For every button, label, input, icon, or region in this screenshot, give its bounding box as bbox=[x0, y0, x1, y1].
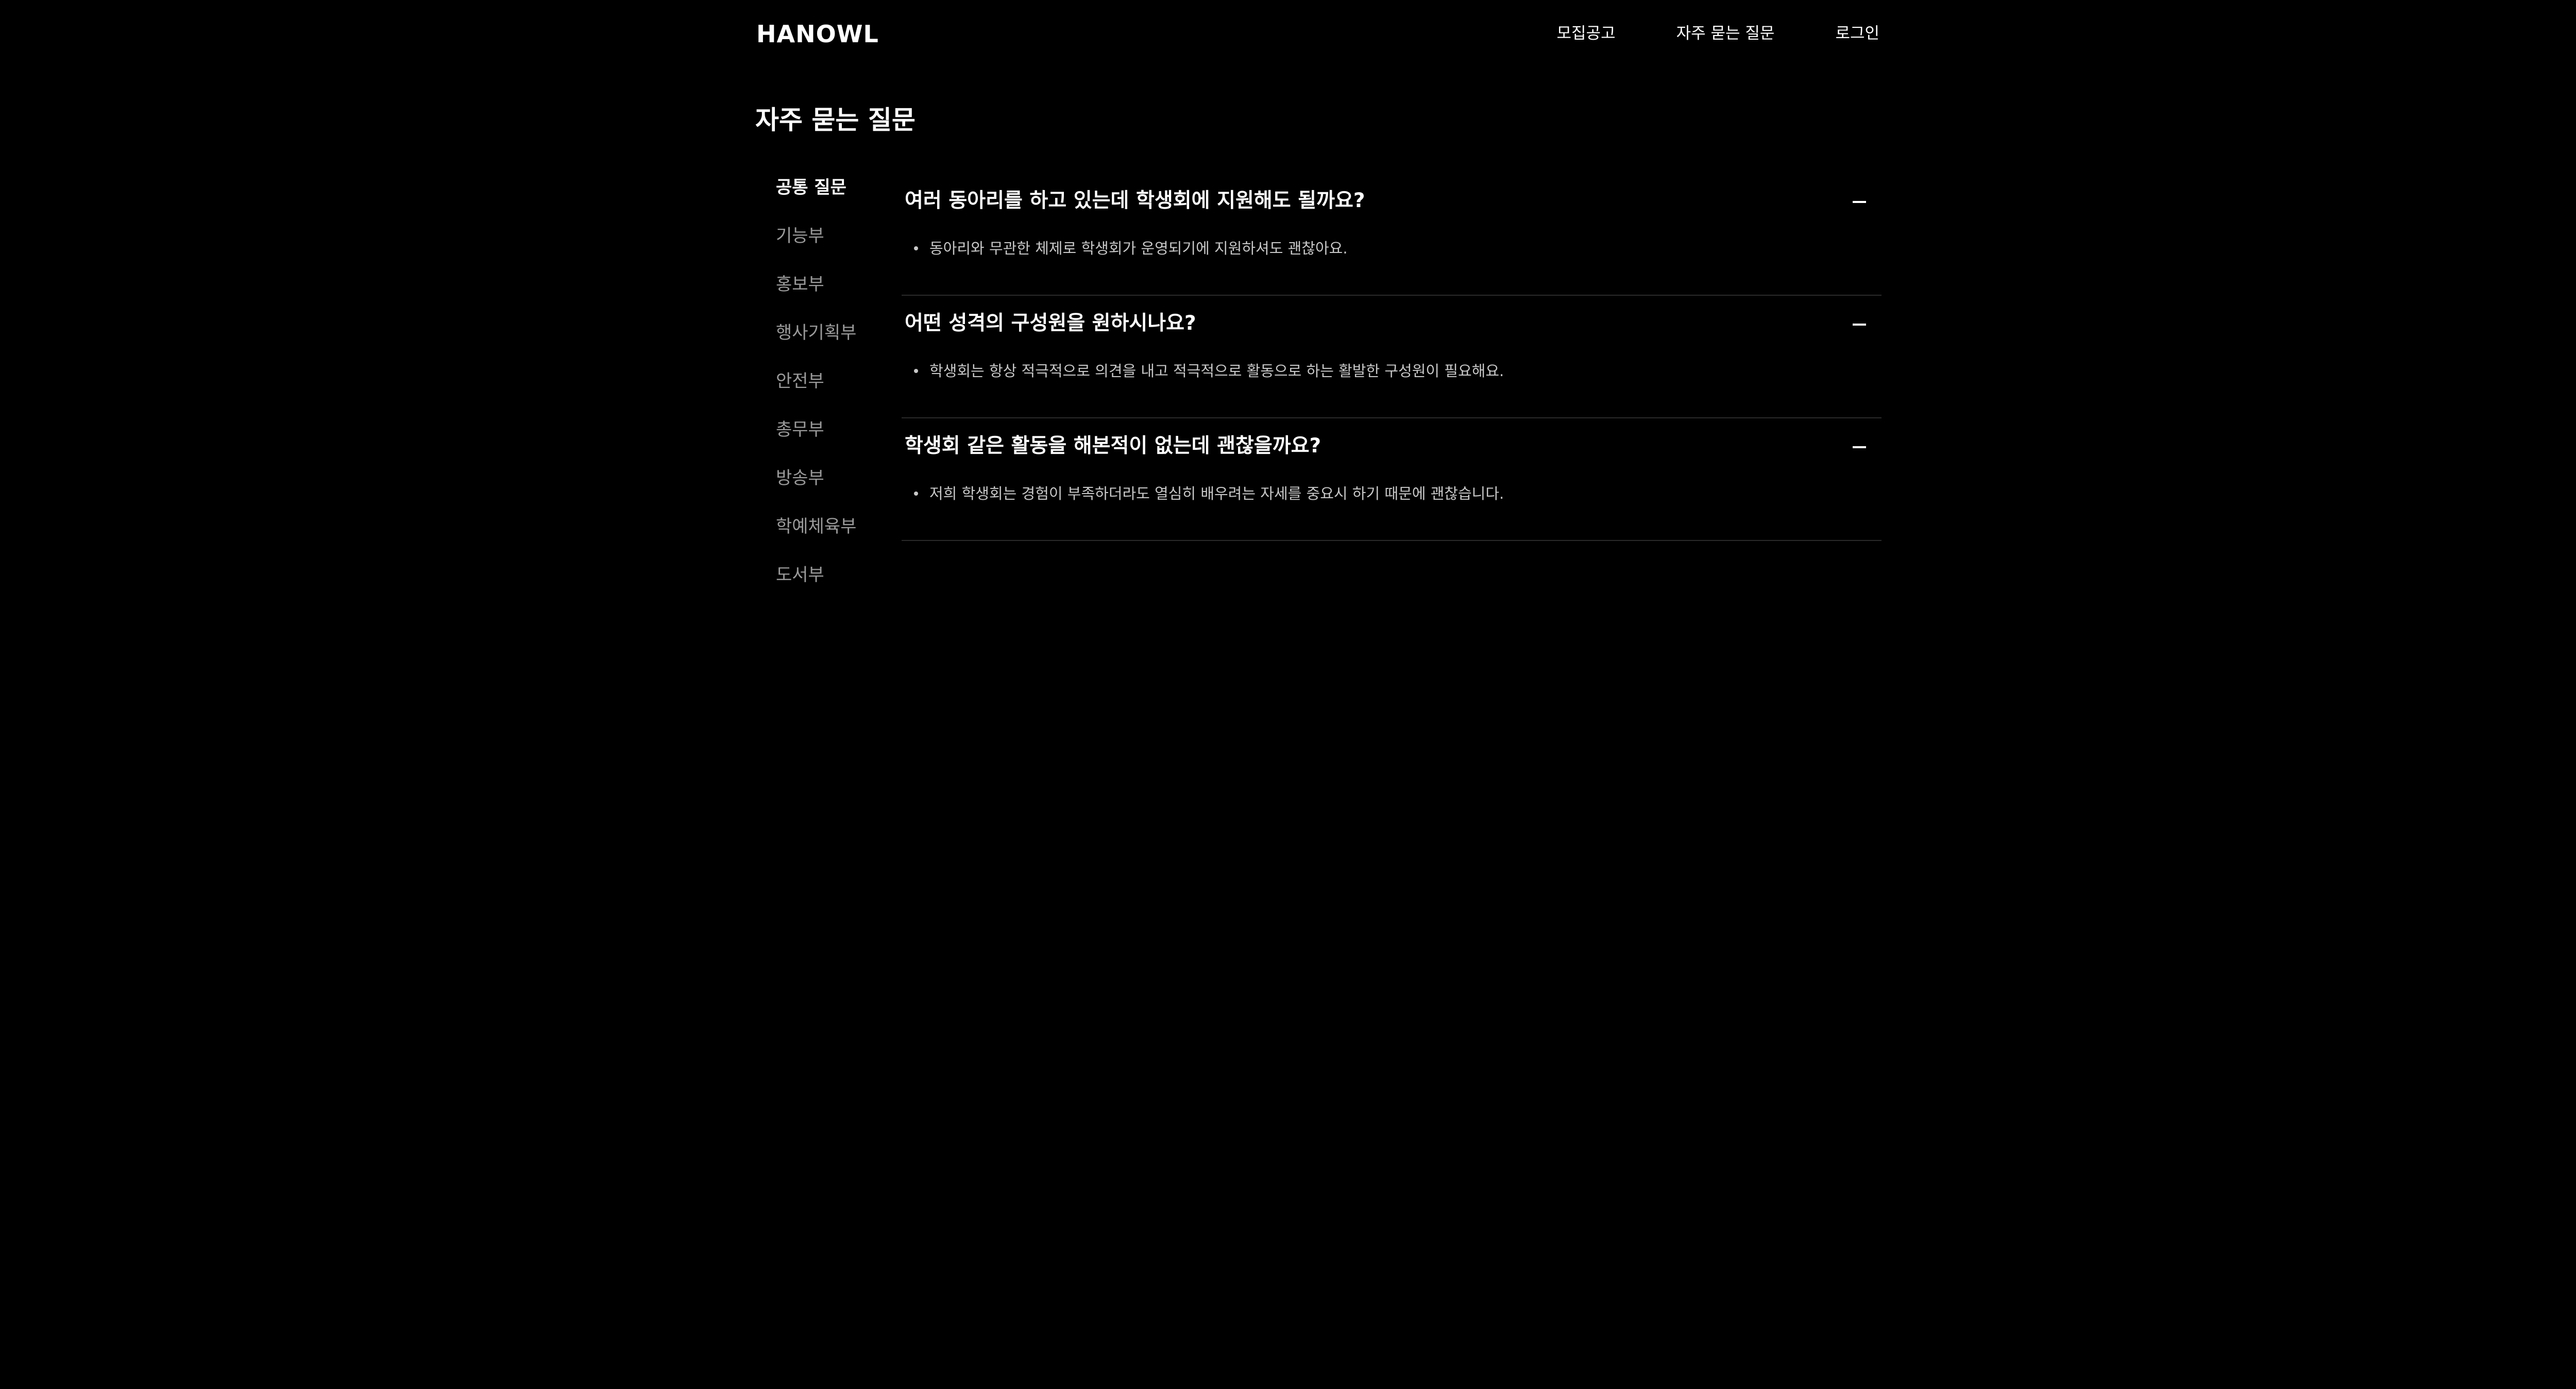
faq-question[interactable]: 어떤 성격의 구성원을 원하시나요? bbox=[905, 308, 1196, 339]
sidebar: 공통 질문 기능부 홍보부 행사기획부 안전부 총무부 방송부 학예체육부 도서… bbox=[776, 172, 889, 608]
sidebar-item-event-planning[interactable]: 행사기획부 bbox=[776, 317, 889, 366]
faq-answer-text: 저희 학생회는 경험이 부족하더라도 열심히 배우려는 자세를 중요시 하기 때… bbox=[929, 485, 1504, 502]
sidebar-item-skills[interactable]: 기능부 bbox=[776, 221, 889, 269]
faq-answer-text: 학생회는 항상 적극적으로 의견을 내고 적극적으로 활동으로 하는 활발한 구… bbox=[929, 362, 1504, 380]
minus-icon[interactable] bbox=[1853, 201, 1866, 203]
faq-item: 여러 동아리를 하고 있는데 학생회에 지원해도 될까요? 동아리와 무관한 체… bbox=[902, 173, 1882, 296]
logo[interactable]: HANOWL bbox=[756, 19, 879, 49]
faq-question[interactable]: 학생회 같은 활동을 해본적이 없는데 괜찮을까요? bbox=[905, 431, 1321, 462]
minus-icon[interactable] bbox=[1853, 324, 1866, 326]
bullet-icon bbox=[914, 492, 918, 496]
minus-icon[interactable] bbox=[1853, 446, 1866, 448]
page: HANOWL 모집공고 자주 묻는 질문 로그인 자주 묻는 질문 공통 질문 … bbox=[0, 0, 2576, 1389]
nav-link-recruitment[interactable]: 모집공고 bbox=[1557, 21, 1616, 46]
faq-item: 어떤 성격의 구성원을 원하시나요? 학생회는 항상 적극적으로 의견을 내고 … bbox=[902, 296, 1882, 418]
bullet-icon bbox=[914, 369, 918, 373]
faq-answer-text: 동아리와 무관한 체제로 학생회가 운영되기에 지원하셔도 괜찮아요. bbox=[929, 240, 1348, 257]
faq-question[interactable]: 여러 동아리를 하고 있는데 학생회에 지원해도 될까요? bbox=[905, 185, 1365, 216]
top-nav: 모집공고 자주 묻는 질문 로그인 bbox=[1557, 21, 1879, 46]
nav-link-login[interactable]: 로그인 bbox=[1835, 21, 1879, 46]
page-title: 자주 묻는 질문 bbox=[755, 105, 916, 135]
faq-answer: 저희 학생회는 경험이 부족하더라도 열심히 배우려는 자세를 중요시 하기 때… bbox=[914, 482, 1504, 505]
sidebar-item-safety[interactable]: 안전부 bbox=[776, 366, 889, 414]
sidebar-item-library[interactable]: 도서부 bbox=[776, 560, 889, 608]
faq-answer: 동아리와 무관한 체제로 학생회가 운영되기에 지원하셔도 괜찮아요. bbox=[914, 237, 1348, 260]
sidebar-item-pr[interactable]: 홍보부 bbox=[776, 269, 889, 317]
sidebar-item-arts-sports[interactable]: 학예체육부 bbox=[776, 511, 889, 560]
bullet-icon bbox=[914, 246, 918, 250]
nav-link-faq[interactable]: 자주 묻는 질문 bbox=[1676, 21, 1775, 46]
sidebar-item-broadcasting[interactable]: 방송부 bbox=[776, 463, 889, 511]
faq-item: 학생회 같은 활동을 해본적이 없는데 괜찮을까요? 저희 학생회는 경험이 부… bbox=[902, 418, 1882, 541]
sidebar-item-general-affairs[interactable]: 총무부 bbox=[776, 414, 889, 463]
faq-list: 여러 동아리를 하고 있는데 학생회에 지원해도 될까요? 동아리와 무관한 체… bbox=[902, 173, 1882, 541]
faq-answer: 학생회는 항상 적극적으로 의견을 내고 적극적으로 활동으로 하는 활발한 구… bbox=[914, 360, 1504, 382]
sidebar-item-common[interactable]: 공통 질문 bbox=[776, 172, 889, 221]
header: HANOWL 모집공고 자주 묻는 질문 로그인 bbox=[756, 0, 1879, 69]
